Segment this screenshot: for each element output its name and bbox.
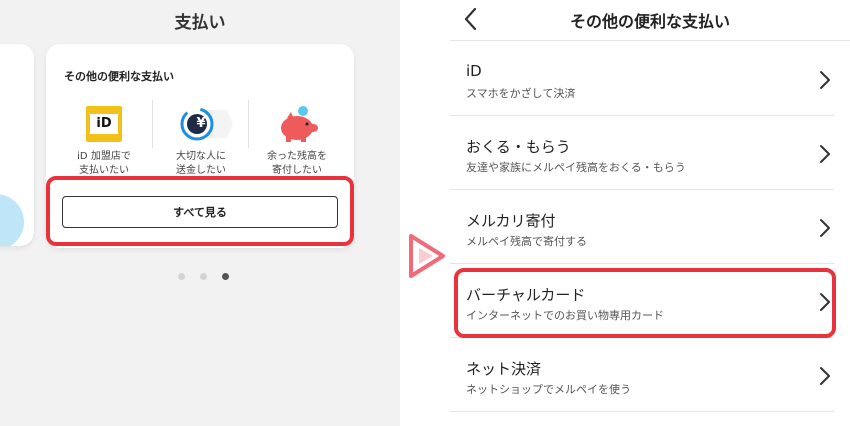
page-title: その他の便利な支払い	[569, 12, 730, 31]
list-item-mercari-donation[interactable]: メルカリ寄付 メルペイ残高で寄付する	[450, 190, 834, 264]
list-item-subtitle: ネットショップでメルペイを使う	[466, 383, 631, 396]
chevron-right-icon	[820, 71, 830, 89]
payment-screen: 支払い その他の便利な支払い iD iD 加盟店で 支払いたい ¥ 大切な人に	[0, 0, 400, 426]
chevron-right-icon	[820, 145, 830, 163]
list-item-subtitle: スマホをかざして決済	[466, 87, 576, 100]
list-item-title: メルカリ寄付	[466, 212, 556, 230]
pagination-dot[interactable]	[200, 273, 208, 280]
card-item-send-money[interactable]: ¥ 大切な人に 送金したい	[153, 104, 249, 176]
decorative-blob	[0, 194, 24, 246]
divider	[450, 40, 850, 41]
list-item-id[interactable]: iD スマホをかざして決済	[450, 42, 834, 116]
card-title: その他の便利な支払い	[64, 70, 174, 83]
card-item-label: 余った残高を 寄付したい	[267, 151, 327, 176]
list-item-title: ネット決済	[466, 360, 542, 378]
list-item-subtitle: メルペイ残高で寄付する	[466, 235, 587, 248]
pagination-dot[interactable]	[178, 273, 185, 280]
highlight-box	[46, 176, 354, 246]
other-payments-screen: その他の便利な支払い iD スマホをかざして決済 おくる・もらう 友達や家族にメ…	[450, 0, 850, 426]
page-title: 支払い	[174, 13, 226, 33]
id-logo-icon: iD	[84, 104, 124, 144]
next-step-arrow-icon	[409, 234, 445, 278]
previous-card[interactable]	[0, 44, 34, 246]
list-item-online-payment[interactable]: ネット決済 ネットショップでメルペイを使う	[450, 338, 834, 412]
list-item-send-receive[interactable]: おくる・もらう 友達や家族にメルペイ残高をおくる・もらう	[450, 116, 834, 190]
chevron-right-icon	[820, 367, 830, 385]
pagination-dots	[178, 265, 239, 284]
highlight-box	[454, 268, 836, 338]
list-item-subtitle: 友達や家族にメルペイ残高をおくる・もらう	[466, 161, 686, 174]
card-item-label: 大切な人に 送金したい	[176, 151, 226, 176]
chevron-right-icon	[820, 219, 830, 237]
header: その他の便利な支払い	[450, 0, 850, 40]
list-item-title: iD	[466, 62, 482, 80]
list-item-title: おくる・もらう	[466, 138, 571, 156]
card-item-id[interactable]: iD iD 加盟店で 支払いたい	[56, 104, 152, 176]
pagination-dot-active[interactable]	[222, 273, 230, 280]
yen-transfer-icon: ¥	[180, 104, 233, 144]
piggy-bank-icon	[277, 104, 318, 144]
card-item-donate[interactable]: 余った残高を 寄付したい	[249, 104, 345, 176]
card-item-label: iD 加盟店で 支払いたい	[77, 151, 131, 176]
